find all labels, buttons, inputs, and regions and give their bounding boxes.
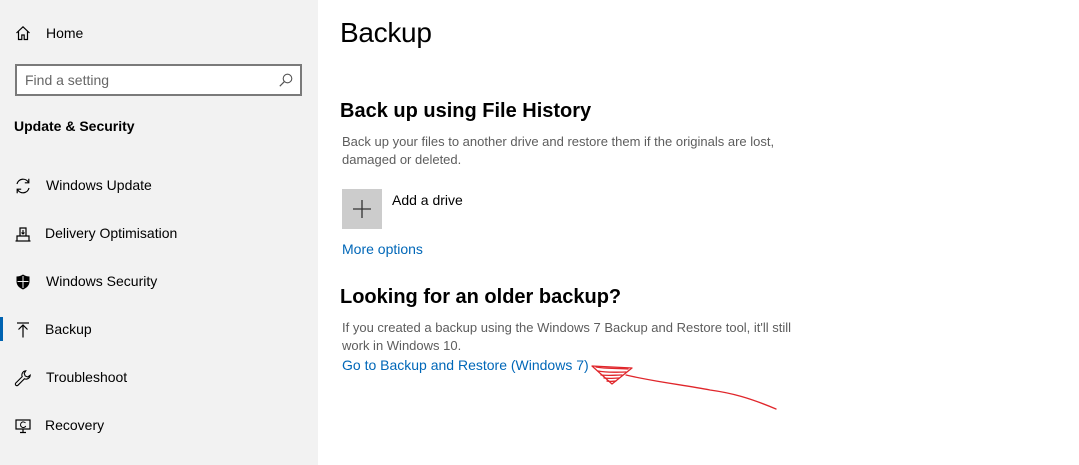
- sidebar-item-label: Windows Security: [46, 273, 158, 289]
- older-backup-heading: Looking for an older backup?: [340, 286, 622, 308]
- sidebar-item-windows-update[interactable]: Windows Update: [0, 165, 318, 205]
- file-history-heading: Back up using File History: [340, 100, 592, 122]
- home-icon: [16, 25, 30, 41]
- sidebar-item-recovery[interactable]: Recovery: [0, 405, 318, 445]
- wrench-icon: [14, 370, 31, 387]
- nav-home[interactable]: Home: [0, 16, 318, 50]
- more-options-link[interactable]: More options: [342, 241, 423, 258]
- active-indicator: [0, 317, 3, 341]
- sidebar-item-backup[interactable]: Backup: [0, 309, 318, 349]
- search-box[interactable]: [15, 64, 302, 96]
- sidebar-item-troubleshoot[interactable]: Troubleshoot: [0, 357, 318, 397]
- delivery-optimisation-icon: [15, 227, 31, 242]
- sidebar-item-label: Recovery: [45, 417, 105, 433]
- sidebar-item-label: Backup: [45, 321, 92, 337]
- backup-arrow-icon: [17, 322, 29, 338]
- nav-home-label: Home: [46, 25, 84, 41]
- backup-page: Backup Back up using File History Back u…: [318, 0, 1079, 465]
- settings-sidebar: Home Update & Security Windows Update De…: [0, 0, 318, 465]
- plus-icon: [353, 200, 371, 218]
- add-drive-tile[interactable]: [342, 189, 382, 229]
- sidebar-item-label: Windows Update: [46, 177, 152, 193]
- search-icon[interactable]: [278, 72, 294, 88]
- page-title: Backup: [340, 17, 432, 48]
- recovery-icon: [15, 419, 31, 434]
- add-drive-label: Add a drive: [392, 192, 463, 208]
- add-drive-button[interactable]: Add a drive: [342, 189, 642, 229]
- sidebar-item-windows-security[interactable]: Windows Security: [0, 261, 318, 301]
- section-title: Update & Security: [14, 118, 135, 134]
- shield-icon: [16, 274, 30, 290]
- backup-restore-windows7-link[interactable]: Go to Backup and Restore (Windows 7): [342, 357, 589, 374]
- sidebar-item-delivery-optimisation[interactable]: Delivery Optimisation: [0, 213, 318, 253]
- file-history-description: Back up your files to another drive and …: [342, 134, 775, 167]
- sync-icon: [16, 178, 30, 194]
- sidebar-item-label: Troubleshoot: [46, 369, 128, 385]
- search-input[interactable]: [25, 71, 275, 89]
- sidebar-item-label: Delivery Optimisation: [45, 225, 178, 241]
- older-backup-description: If you created a backup using the Window…: [342, 320, 792, 353]
